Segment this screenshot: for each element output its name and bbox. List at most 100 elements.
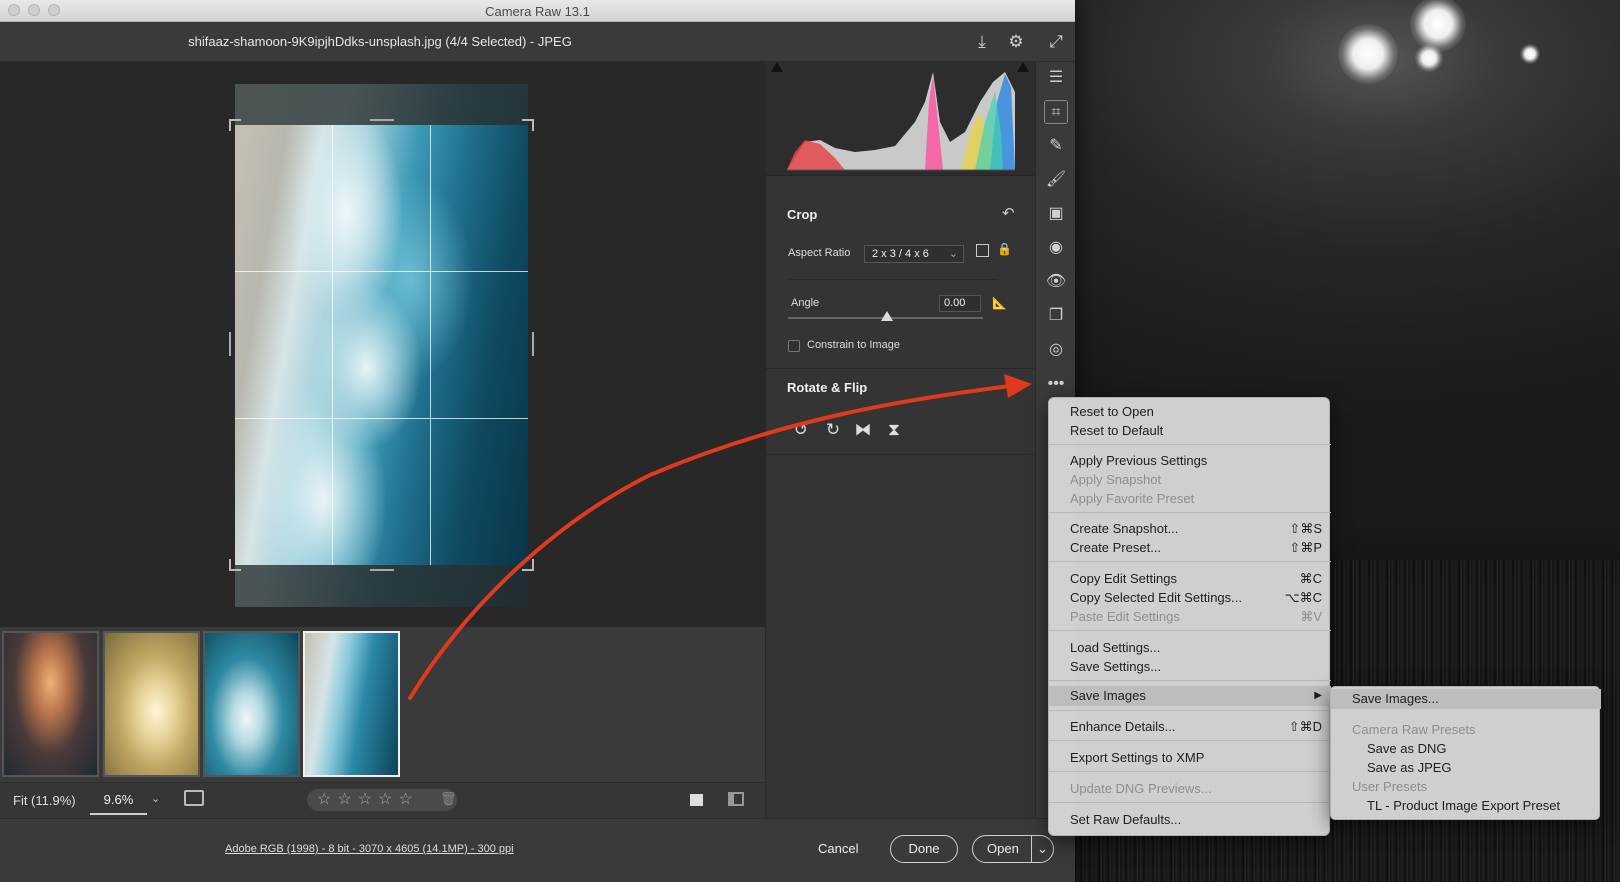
menu-item[interactable]: Load Settings... [1049, 638, 1331, 657]
crop-grid-line [332, 125, 333, 565]
menu-item[interactable]: Set Raw Defaults... [1049, 810, 1331, 829]
menu-item[interactable]: Copy Edit Settings ⌘C [1049, 569, 1331, 588]
constrain-checkbox[interactable] [788, 340, 800, 352]
crop-handle[interactable] [229, 559, 241, 571]
edit-sliders-icon[interactable]: ☰ [1044, 66, 1068, 90]
chevron-down-icon[interactable]: ⌄ [151, 792, 160, 805]
menu-item[interactable]: Create Preset... ⇧⌘P [1049, 538, 1331, 557]
stadium-light [1338, 24, 1398, 84]
reset-crop-icon[interactable]: ↶ [1002, 204, 1015, 222]
menu-item[interactable]: Export Settings to XMP [1049, 748, 1331, 767]
angle-label: Angle [791, 297, 820, 309]
crop-handle[interactable] [370, 119, 394, 121]
menu-item-label: Save Settings... [1070, 659, 1162, 674]
rotate-left-icon[interactable]: ↺ [790, 419, 812, 441]
menu-separator [1049, 740, 1331, 741]
cancel-button[interactable]: Cancel [818, 841, 858, 856]
menu-item[interactable]: Save Settings... [1049, 657, 1331, 676]
mark-for-deletion-icon[interactable] [184, 790, 204, 806]
menu-item[interactable]: Reset to Default [1049, 421, 1331, 440]
fullscreen-icon[interactable]: ⤢ [1046, 32, 1066, 52]
image-preview[interactable] [0, 62, 765, 627]
rating-stars[interactable]: ☆☆☆☆☆ [307, 789, 457, 811]
straighten-tool-icon[interactable]: 📐 [992, 296, 1007, 310]
histogram-graph [787, 72, 1015, 171]
menu-item-label: Apply Snapshot [1070, 472, 1162, 487]
submenu-item[interactable]: TL - Product Image Export Preset [1331, 796, 1601, 815]
crop-handle[interactable] [532, 332, 534, 356]
thumbnail-selected[interactable] [303, 631, 400, 777]
menu-separator [1049, 630, 1331, 631]
menu-item-label: Update DNG Previews... [1070, 781, 1212, 796]
brush-icon[interactable]: 🖌 [1044, 168, 1068, 192]
menu-separator [1049, 444, 1331, 445]
submenu-item-label: Save as JPEG [1367, 760, 1452, 775]
rotate-flip-section-title[interactable]: Rotate & Flip [787, 380, 867, 395]
menu-item: Paste Edit Settings ⌘V [1049, 607, 1331, 626]
menu-separator [1049, 512, 1331, 513]
crop-handle[interactable] [370, 569, 394, 571]
file-name: shifaaz-shamoon-9K9ipjhDdks-unsplash.jpg… [188, 34, 572, 49]
crop-handle[interactable] [522, 559, 534, 571]
submenu-item[interactable]: Save Images... [1331, 689, 1601, 709]
crop-icon[interactable]: ⌗ [1044, 100, 1068, 124]
more-options-icon[interactable]: ••• [1044, 372, 1068, 396]
crop-handle[interactable] [229, 332, 231, 356]
flip-vertical-icon[interactable]: ⧗ [883, 419, 905, 441]
chevron-down-icon[interactable]: ⌄ [1031, 836, 1053, 862]
angle-input[interactable]: 0.00 [939, 295, 981, 312]
menu-item-label: Set Raw Defaults... [1070, 812, 1182, 827]
save-images-submenu: Save Images... Camera Raw Presets Save a… [1330, 686, 1601, 820]
redeye-icon[interactable]: 👁 [1044, 270, 1068, 294]
gradient-icon[interactable]: ▣ [1044, 202, 1068, 226]
menu-item[interactable]: Copy Selected Edit Settings... ⌥⌘C [1049, 588, 1331, 607]
workflow-options-link[interactable]: Adobe RGB (1998) - 8 bit - 3070 x 4605 (… [225, 843, 514, 855]
presets-icon[interactable]: ◎ [1044, 338, 1068, 362]
menu-item: Apply Snapshot [1049, 470, 1331, 489]
thumbnail[interactable] [103, 631, 200, 777]
thumbnail[interactable] [2, 631, 99, 777]
submenu-item[interactable]: Save as JPEG [1331, 758, 1601, 777]
lock-icon[interactable]: 🔒 [997, 242, 1012, 256]
healing-icon[interactable]: ✎ [1044, 134, 1068, 158]
gear-icon[interactable]: ⚙ [1006, 32, 1026, 52]
rotate-aspect-icon[interactable] [976, 244, 989, 257]
menu-item-save-images[interactable]: Save Images ▶ [1049, 686, 1331, 706]
menu-item[interactable]: Reset to Open [1049, 402, 1331, 421]
menu-item[interactable]: Create Snapshot... ⇧⌘S [1049, 519, 1331, 538]
snapshots-icon[interactable]: ❐ [1044, 304, 1068, 328]
menu-item-label: Enhance Details... [1070, 719, 1176, 734]
thumbnail[interactable] [203, 631, 300, 777]
submenu-item-label: User Presets [1352, 779, 1428, 794]
aspect-ratio-select[interactable]: 2 x 3 / 4 x 6 ⌄ [864, 245, 964, 263]
photo-crop[interactable] [235, 125, 528, 565]
submenu-item-label: Save as DNG [1367, 741, 1447, 756]
flip-horizontal-icon[interactable]: ⧓ [852, 419, 874, 441]
crop-handle[interactable] [522, 119, 534, 131]
single-view-icon[interactable] [690, 794, 703, 806]
open-button[interactable]: Open ⌄ [972, 835, 1054, 863]
menu-item[interactable]: Enhance Details... ⇧⌘D [1049, 717, 1331, 736]
done-button[interactable]: Done [890, 835, 958, 863]
menu-separator [1049, 710, 1331, 711]
save-icon[interactable]: ⤓ [972, 32, 992, 52]
radial-filter-icon[interactable]: ◉ [1044, 236, 1068, 260]
crop-section-title[interactable]: Crop [787, 207, 817, 222]
menu-item[interactable]: Apply Previous Settings [1049, 451, 1331, 470]
submenu-item[interactable]: Save as DNG [1331, 739, 1601, 758]
menu-item-label: Copy Edit Settings [1070, 571, 1177, 586]
menu-item-label: Paste Edit Settings [1070, 609, 1180, 624]
trash-icon[interactable]: 🗑 [440, 791, 457, 807]
more-options-menu: Reset to Open Reset to Default Apply Pre… [1048, 397, 1331, 836]
submenu-heading: Camera Raw Presets [1331, 720, 1601, 739]
menu-item-label: Reset to Default [1070, 423, 1164, 438]
filmstrip [0, 627, 765, 782]
rotate-right-icon[interactable]: ↻ [822, 419, 844, 441]
crop-grid-line [235, 418, 528, 419]
zoom-level[interactable]: 9.6% [90, 787, 147, 815]
submenu-item-label: Camera Raw Presets [1352, 722, 1476, 737]
crop-handle[interactable] [229, 119, 241, 131]
zoom-fit[interactable]: Fit (11.9%) [13, 793, 76, 808]
angle-slider-thumb[interactable] [881, 311, 893, 321]
compare-view-icon[interactable] [728, 792, 744, 806]
